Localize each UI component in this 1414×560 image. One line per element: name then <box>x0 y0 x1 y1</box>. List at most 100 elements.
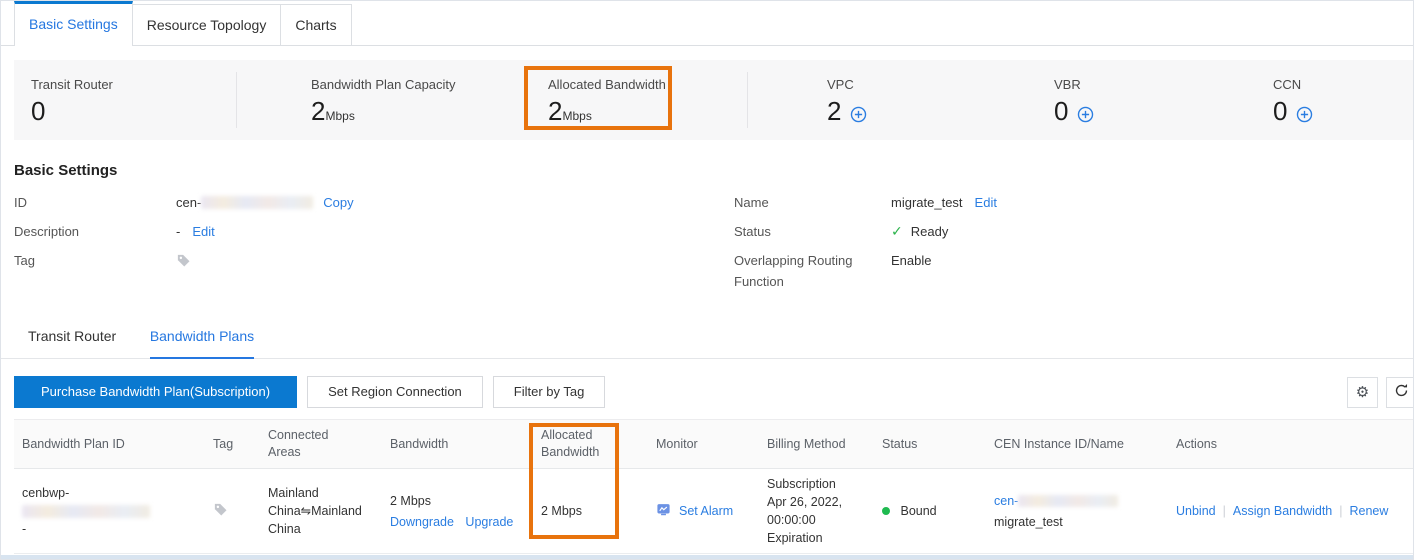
stat-value: 2 <box>827 97 841 125</box>
stat-value: 0 <box>1054 97 1068 125</box>
col-bandwidth: Bandwidth <box>390 437 541 451</box>
tab-resource-topology[interactable]: Resource Topology <box>133 4 282 45</box>
stat-label: Transit Router <box>31 77 113 92</box>
unbind-link[interactable]: Unbind <box>1176 504 1216 518</box>
col-allocated-bandwidth: Allocated Bandwidth <box>541 427 656 461</box>
status-value: Bound <box>900 504 936 518</box>
billing-line: Expiration <box>767 529 872 547</box>
top-tab-bar: Basic Settings Resource Topology Charts <box>1 1 1413 46</box>
allocated-bandwidth-cell: 2 Mbps <box>541 504 656 518</box>
id-label: ID <box>14 192 176 213</box>
purchase-bandwidth-plan-button[interactable]: Purchase Bandwidth Plan(Subscription) <box>14 376 297 408</box>
actions-cell: Unbind | Assign Bandwidth | Renew <box>1176 504 1413 518</box>
stat-allocated-bandwidth: Allocated Bandwidth 2Mbps <box>548 77 666 125</box>
plan-id-redacted <box>22 505 150 518</box>
action-separator: | <box>1223 504 1226 518</box>
plan-id-cell: cenbwp- - <box>14 484 213 538</box>
stat-value: 2 <box>548 97 562 125</box>
action-separator: | <box>1339 504 1342 518</box>
stat-vbr: VBR 0 <box>1054 77 1094 125</box>
stat-unit: Mbps <box>325 109 354 123</box>
tag-label: Tag <box>14 250 176 271</box>
col-actions: Actions <box>1176 437 1413 451</box>
refresh-button[interactable] <box>1386 377 1414 408</box>
set-region-connection-button[interactable]: Set Region Connection <box>307 376 483 408</box>
stat-label: VBR <box>1054 77 1094 92</box>
edit-description-link[interactable]: Edit <box>192 221 214 242</box>
description-row: Description - Edit <box>14 221 714 242</box>
bandwidth-plans-table: Bandwidth Plan ID Tag Connected Areas Ba… <box>14 419 1413 554</box>
monitor-chart-icon <box>656 502 679 520</box>
add-vbr-icon[interactable] <box>1077 106 1094 123</box>
stats-panel: Transit Router 0 Bandwidth Plan Capacity… <box>14 60 1413 140</box>
bandwidth-cell: 2 Mbps Downgrade Upgrade <box>390 492 541 531</box>
bandwidth-value: 2 Mbps <box>390 492 531 510</box>
col-connected-areas: Connected Areas <box>268 427 390 461</box>
stats-divider <box>747 72 748 128</box>
id-row: ID cen- Copy <box>14 192 714 213</box>
stat-bandwidth-plan-capacity: Bandwidth Plan Capacity 2Mbps <box>311 77 456 125</box>
stat-value: 2 <box>311 97 325 125</box>
description-value: - <box>176 221 180 242</box>
status-cell: Bound <box>882 504 994 518</box>
filter-by-tag-button[interactable]: Filter by Tag <box>493 376 606 408</box>
ready-check-icon: ✓ <box>891 221 903 242</box>
billing-line: Apr 26, 2022, <box>767 493 872 511</box>
allocated-bandwidth-value: 2 Mbps <box>541 504 582 518</box>
cen-instance-id-link[interactable]: cen- <box>994 494 1018 508</box>
col-monitor: Monitor <box>656 437 767 451</box>
assign-bandwidth-link[interactable]: Assign Bandwidth <box>1233 504 1332 518</box>
billing-method-cell: Subscription Apr 26, 2022, 00:00:00 Expi… <box>767 475 882 547</box>
add-ccn-icon[interactable] <box>1296 106 1313 123</box>
monitor-cell: Set Alarm <box>656 502 767 520</box>
billing-line: Subscription <box>767 475 872 493</box>
status-row: Status ✓ Ready <box>734 221 1394 242</box>
set-alarm-link[interactable]: Set Alarm <box>656 502 757 520</box>
tab-basic-settings[interactable]: Basic Settings <box>14 1 133 46</box>
plan-id-prefix: cenbwp- <box>22 484 203 502</box>
cen-instance-detail-page: Basic Settings Resource Topology Charts … <box>0 0 1414 560</box>
col-status: Status <box>882 437 994 451</box>
row-tag-cell <box>213 502 268 520</box>
billing-line: 00:00:00 <box>767 511 872 529</box>
upgrade-link[interactable]: Upgrade <box>465 515 513 529</box>
overlapping-routing-value: Enable <box>891 250 931 292</box>
bottom-edge-strip <box>1 555 1413 559</box>
copy-id-link[interactable]: Copy <box>323 192 353 213</box>
cen-id-redacted <box>1018 495 1118 507</box>
tag-icon[interactable] <box>176 253 191 268</box>
subtab-transit-router[interactable]: Transit Router <box>28 328 116 357</box>
stat-label: Bandwidth Plan Capacity <box>311 77 456 92</box>
stat-ccn: CCN 0 <box>1273 77 1313 125</box>
id-value-redacted <box>201 196 313 209</box>
connected-areas-cell: Mainland China⇋Mainland China <box>268 484 390 538</box>
cen-instance-name: migrate_test <box>994 513 1166 531</box>
tab-charts[interactable]: Charts <box>281 4 351 45</box>
col-cen-instance: CEN Instance ID/Name <box>994 437 1176 451</box>
settings-button[interactable]: ⚙ <box>1347 377 1378 408</box>
subtab-bandwidth-plans[interactable]: Bandwidth Plans <box>150 328 254 359</box>
stat-value: 0 <box>1273 97 1287 125</box>
refresh-icon <box>1394 383 1409 401</box>
add-vpc-icon[interactable] <box>850 106 867 123</box>
col-bandwidth-plan-id: Bandwidth Plan ID <box>14 437 213 451</box>
status-label: Status <box>734 221 891 242</box>
stats-divider <box>236 72 237 128</box>
stat-vpc: VPC 2 <box>827 77 867 125</box>
downgrade-link[interactable]: Downgrade <box>390 515 454 529</box>
name-label: Name <box>734 192 891 213</box>
overlapping-routing-label: Overlapping Routing Function <box>734 250 891 292</box>
stat-label: Allocated Bandwidth <box>548 77 666 92</box>
basic-settings-heading: Basic Settings <box>14 162 1413 179</box>
name-row: Name migrate_test Edit <box>734 192 1394 213</box>
cen-instance-cell: cen- migrate_test <box>994 492 1176 531</box>
edit-name-link[interactable]: Edit <box>975 192 997 213</box>
renew-link[interactable]: Renew <box>1350 504 1389 518</box>
stat-transit-router: Transit Router 0 <box>31 77 113 125</box>
stat-unit: Mbps <box>562 109 591 123</box>
row-tag-icon[interactable] <box>213 502 228 517</box>
gear-icon: ⚙ <box>1356 385 1369 400</box>
connected-areas-value: Mainland China⇋Mainland China <box>268 484 368 538</box>
bandwidth-plans-toolbar: Purchase Bandwidth Plan(Subscription) Se… <box>14 376 1413 408</box>
col-billing-method: Billing Method <box>767 437 882 451</box>
